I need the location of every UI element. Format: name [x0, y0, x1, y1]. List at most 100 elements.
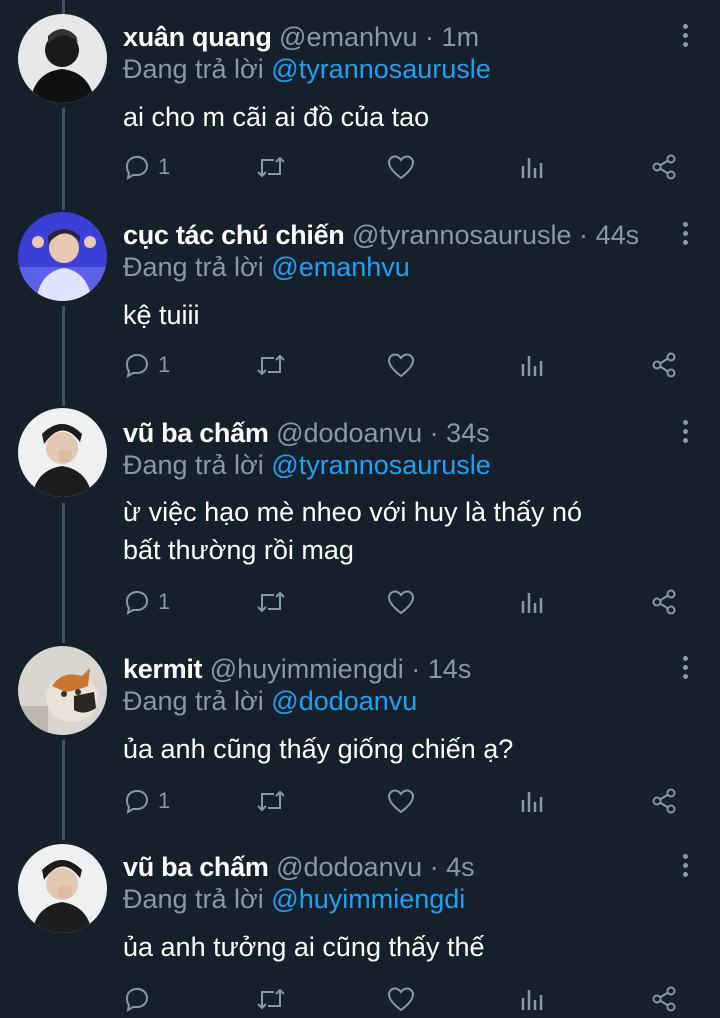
reply-count: 1 [158, 589, 171, 614]
display-name[interactable]: cục tác chú chiến [123, 220, 345, 250]
timestamp[interactable]: 44s [596, 220, 640, 250]
user-handle[interactable]: @dodoanvu [276, 852, 422, 882]
analytics-button[interactable] [519, 982, 545, 1016]
analytics-button[interactable] [519, 348, 545, 382]
separator-dot: · [411, 654, 421, 684]
retweet-icon [257, 988, 285, 1010]
tweet-actions: 1 [0, 150, 720, 184]
replying-to-handle[interactable]: @emanhvu [271, 252, 409, 282]
tweet-header: vũ ba chấm @dodoanvu · 4s [123, 850, 475, 884]
separator-dot: · [425, 22, 435, 52]
tweet-header: xuân quang @emanhvu · 1m [123, 20, 479, 54]
like-button[interactable] [387, 585, 415, 619]
timestamp[interactable]: 14s [428, 654, 472, 684]
like-button[interactable] [387, 784, 415, 818]
replying-to: Đang trả lời @dodoanvu [123, 684, 417, 718]
tweet-text: ai cho m cãi ai đồ của tao [123, 102, 430, 132]
replying-to-handle[interactable]: @dodoanvu [271, 686, 417, 716]
replying-to-handle[interactable]: @tyrannosaurusle [271, 450, 491, 480]
timestamp[interactable]: 1m [442, 22, 480, 52]
replying-to-handle[interactable]: @tyrannosaurusle [271, 54, 491, 84]
timestamp[interactable]: 4s [446, 852, 475, 882]
reply-count: 1 [158, 154, 171, 179]
tweet-actions: 1 [0, 784, 720, 818]
replying-to-handle[interactable]: @huyimmiengdi [271, 884, 465, 914]
reply-button[interactable] [124, 982, 158, 1016]
analytics-button[interactable] [519, 585, 545, 619]
replying-to: Đang trả lời @huyimmiengdi [123, 882, 465, 916]
tweet-text: ừ việc hạo mè nheo với huy là thấy nó bấ… [123, 497, 583, 565]
tweet-header: vũ ba chấm @dodoanvu · 34s [123, 416, 490, 450]
share-icon [652, 154, 676, 180]
tweet[interactable]: kermit @huyimmiengdi · 14s Đang trả lời … [0, 632, 720, 832]
user-handle[interactable]: @tyrannosaurusle [352, 220, 572, 250]
replying-to-label: Đang trả lời [123, 252, 264, 282]
reply-button[interactable]: 1 [124, 784, 170, 818]
share-button[interactable] [650, 348, 678, 382]
retweet-button[interactable] [256, 982, 286, 1016]
replying-to: Đang trả lời @tyrannosaurusle [123, 448, 491, 482]
tweet-text: ủa anh cũng thấy giống chiến ạ? [123, 734, 514, 764]
like-button[interactable] [387, 982, 415, 1016]
more-icon[interactable] [680, 656, 690, 684]
retweet-icon [257, 790, 285, 812]
avatar[interactable] [18, 212, 107, 301]
user-handle[interactable]: @emanhvu [279, 22, 417, 52]
more-icon[interactable] [680, 24, 690, 52]
retweet-button[interactable] [256, 784, 286, 818]
like-button[interactable] [387, 348, 415, 382]
like-icon [387, 590, 415, 615]
retweet-icon [257, 354, 285, 376]
display-name[interactable]: vũ ba chấm [123, 852, 269, 882]
reply-button[interactable]: 1 [124, 585, 170, 619]
reply-icon [125, 789, 149, 814]
analytics-icon [521, 158, 543, 178]
analytics-icon [521, 990, 543, 1010]
reply-icon [125, 987, 149, 1012]
reply-count: 1 [158, 352, 171, 377]
reply-icon [125, 155, 149, 180]
separator-dot: · [429, 418, 439, 448]
avatar[interactable] [18, 14, 107, 103]
retweet-button[interactable] [256, 585, 286, 619]
tweet[interactable]: cục tác chú chiến @tyrannosaurusle · 44s… [0, 198, 720, 396]
retweet-button[interactable] [256, 348, 286, 382]
tweet[interactable]: vũ ba chấm @dodoanvu · 34s Đang trả lời … [0, 396, 720, 632]
reply-button[interactable]: 1 [124, 348, 170, 382]
more-icon[interactable] [680, 222, 690, 250]
retweet-button[interactable] [256, 150, 286, 184]
tweet-header: cục tác chú chiến @tyrannosaurusle · 44s [123, 218, 639, 252]
analytics-icon [521, 356, 543, 376]
retweet-icon [257, 591, 285, 613]
display-name[interactable]: kermit [123, 654, 203, 684]
user-handle[interactable]: @dodoanvu [276, 418, 422, 448]
avatar[interactable] [18, 646, 107, 735]
avatar[interactable] [18, 408, 107, 497]
analytics-button[interactable] [519, 784, 545, 818]
retweet-icon [257, 156, 285, 178]
tweet[interactable]: vũ ba chấm @dodoanvu · 4s Đang trả lời @… [0, 832, 720, 1018]
avatar[interactable] [18, 844, 107, 933]
more-icon[interactable] [680, 854, 690, 882]
share-icon [652, 788, 676, 814]
replying-to: Đang trả lời @tyrannosaurusle [123, 52, 491, 86]
display-name[interactable]: vũ ba chấm [123, 418, 269, 448]
tweet-actions: 1 [0, 585, 720, 619]
replying-to: Đang trả lời @emanhvu [123, 250, 410, 284]
like-button[interactable] [387, 150, 415, 184]
share-button[interactable] [650, 982, 678, 1016]
timestamp[interactable]: 34s [446, 418, 490, 448]
like-icon [387, 987, 415, 1012]
tweet-text: ủa anh tưởng ai cũng thấy thế [123, 932, 485, 962]
separator-dot: · [579, 220, 589, 250]
tweet[interactable]: xuân quang @emanhvu · 1m Đang trả lời @t… [0, 0, 720, 198]
more-icon[interactable] [680, 420, 690, 448]
display-name[interactable]: xuân quang [123, 22, 272, 52]
reply-button[interactable]: 1 [124, 150, 170, 184]
share-button[interactable] [650, 150, 678, 184]
share-button[interactable] [650, 585, 678, 619]
analytics-button[interactable] [519, 150, 545, 184]
user-handle[interactable]: @huyimmiengdi [210, 654, 404, 684]
share-button[interactable] [650, 784, 678, 818]
tweet-actions [0, 982, 720, 1016]
